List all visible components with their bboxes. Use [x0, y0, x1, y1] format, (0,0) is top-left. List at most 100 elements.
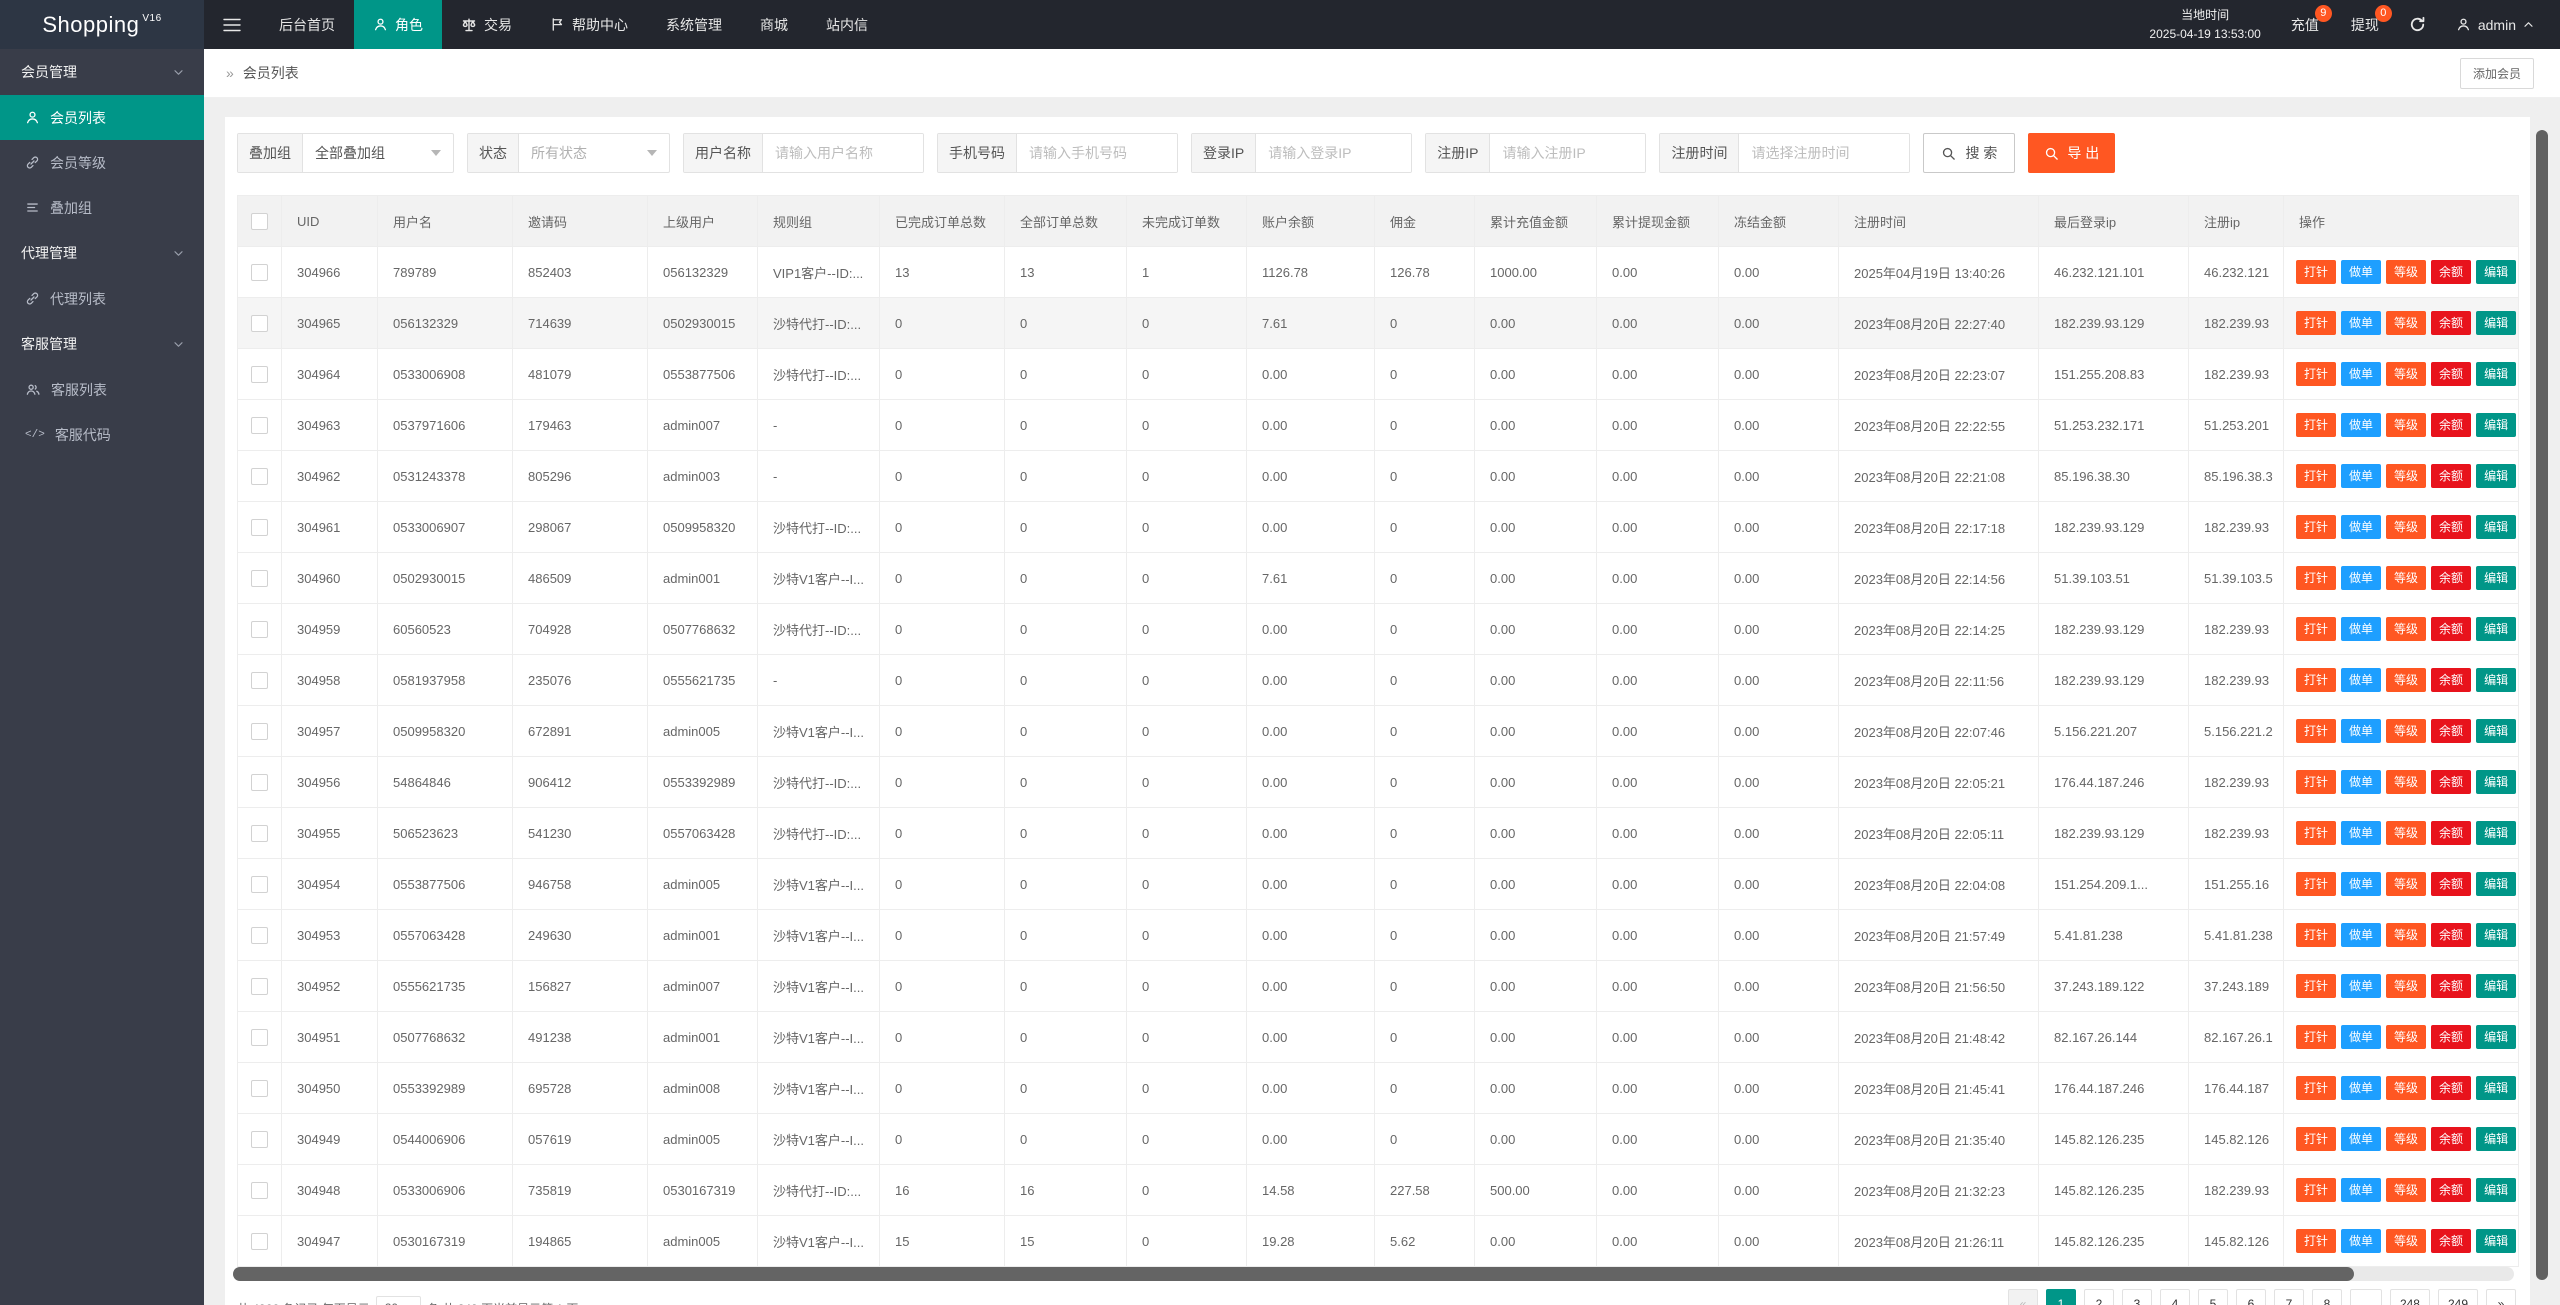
- balance-button[interactable]: 余额: [2431, 770, 2472, 794]
- edit-button[interactable]: 编辑: [2476, 1025, 2517, 1049]
- search-button[interactable]: 搜 索: [1923, 133, 2016, 173]
- level-button[interactable]: 等级: [2386, 617, 2427, 641]
- phone-input[interactable]: [1017, 134, 1177, 172]
- login-ip-input[interactable]: [1256, 134, 1412, 172]
- row-checkbox[interactable]: [251, 1130, 268, 1148]
- edit-button[interactable]: 编辑: [2476, 260, 2517, 284]
- balance-button[interactable]: 余额: [2431, 260, 2472, 284]
- export-button[interactable]: 导 出: [2028, 133, 2116, 173]
- level-button[interactable]: 等级: [2386, 821, 2427, 845]
- balance-button[interactable]: 余额: [2431, 311, 2472, 335]
- page-button-3[interactable]: 3: [2121, 1289, 2152, 1305]
- inject-button[interactable]: 打针: [2296, 974, 2337, 998]
- level-button[interactable]: 等级: [2386, 1076, 2427, 1100]
- edit-button[interactable]: 编辑: [2476, 413, 2517, 437]
- order-button[interactable]: 做单: [2341, 464, 2382, 488]
- level-button[interactable]: 等级: [2386, 566, 2427, 590]
- horizontal-scrollbar[interactable]: [233, 1267, 2514, 1281]
- balance-button[interactable]: 余额: [2431, 1127, 2472, 1151]
- balance-button[interactable]: 余额: [2431, 464, 2472, 488]
- order-button[interactable]: 做单: [2341, 872, 2382, 896]
- add-member-button[interactable]: 添加会员: [2459, 57, 2534, 89]
- level-button[interactable]: 等级: [2386, 515, 2427, 539]
- inject-button[interactable]: 打针: [2296, 872, 2337, 896]
- prev-page-button[interactable]: «: [2007, 1289, 2038, 1305]
- level-button[interactable]: 等级: [2386, 974, 2427, 998]
- page-button-7[interactable]: 7: [2273, 1289, 2304, 1305]
- balance-button[interactable]: 余额: [2431, 413, 2472, 437]
- top-nav-item[interactable]: 商城: [741, 0, 807, 49]
- row-checkbox[interactable]: [251, 875, 268, 893]
- row-checkbox[interactable]: [251, 977, 268, 995]
- username-input[interactable]: [763, 134, 923, 172]
- recharge-link[interactable]: 充值 9: [2291, 4, 2332, 35]
- inject-button[interactable]: 打针: [2296, 362, 2337, 386]
- edit-button[interactable]: 编辑: [2476, 1229, 2517, 1253]
- balance-button[interactable]: 余额: [2431, 974, 2472, 998]
- top-nav-item[interactable]: 帮助中心: [531, 0, 647, 49]
- page-size-select[interactable]: 20: [375, 1296, 422, 1305]
- stack-group-select[interactable]: 全部叠加组: [303, 134, 453, 172]
- sidebar-group-会员管理[interactable]: 会员管理: [0, 49, 204, 95]
- level-button[interactable]: 等级: [2386, 923, 2427, 947]
- order-button[interactable]: 做单: [2341, 1025, 2382, 1049]
- row-checkbox[interactable]: [251, 518, 268, 536]
- edit-button[interactable]: 编辑: [2476, 770, 2517, 794]
- withdraw-link[interactable]: 提现 0: [2351, 4, 2392, 35]
- level-button[interactable]: 等级: [2386, 668, 2427, 692]
- balance-button[interactable]: 余额: [2431, 1076, 2472, 1100]
- page-button-248[interactable]: 248: [2389, 1289, 2430, 1305]
- page-button-6[interactable]: 6: [2235, 1289, 2266, 1305]
- row-checkbox[interactable]: [251, 314, 268, 332]
- balance-button[interactable]: 余额: [2431, 923, 2472, 947]
- row-checkbox[interactable]: [251, 824, 268, 842]
- row-checkbox[interactable]: [251, 1028, 268, 1046]
- sidebar-item-会员列表[interactable]: 会员列表: [0, 95, 204, 140]
- page-button-249[interactable]: 249: [2437, 1289, 2478, 1305]
- top-nav-item[interactable]: 站内信: [807, 0, 887, 49]
- order-button[interactable]: 做单: [2341, 1127, 2382, 1151]
- inject-button[interactable]: 打针: [2296, 719, 2337, 743]
- row-checkbox[interactable]: [251, 722, 268, 740]
- balance-button[interactable]: 余额: [2431, 668, 2472, 692]
- inject-button[interactable]: 打针: [2296, 566, 2337, 590]
- row-checkbox[interactable]: [251, 416, 268, 434]
- sidebar-group-代理管理[interactable]: 代理管理: [0, 230, 204, 276]
- order-button[interactable]: 做单: [2341, 566, 2382, 590]
- register-ip-input[interactable]: [1490, 134, 1646, 172]
- order-button[interactable]: 做单: [2341, 617, 2382, 641]
- balance-button[interactable]: 余额: [2431, 566, 2472, 590]
- order-button[interactable]: 做单: [2341, 770, 2382, 794]
- edit-button[interactable]: 编辑: [2476, 464, 2517, 488]
- level-button[interactable]: 等级: [2386, 260, 2427, 284]
- inject-button[interactable]: 打针: [2296, 464, 2337, 488]
- inject-button[interactable]: 打针: [2296, 1127, 2337, 1151]
- order-button[interactable]: 做单: [2341, 1229, 2382, 1253]
- balance-button[interactable]: 余额: [2431, 362, 2472, 386]
- inject-button[interactable]: 打针: [2296, 260, 2337, 284]
- edit-button[interactable]: 编辑: [2476, 872, 2517, 896]
- balance-button[interactable]: 余额: [2431, 617, 2472, 641]
- sidebar-toggle-button[interactable]: [204, 0, 260, 49]
- inject-button[interactable]: 打针: [2296, 311, 2337, 335]
- edit-button[interactable]: 编辑: [2476, 821, 2517, 845]
- page-button-4[interactable]: 4: [2159, 1289, 2190, 1305]
- row-checkbox[interactable]: [251, 1181, 268, 1199]
- edit-button[interactable]: 编辑: [2476, 515, 2517, 539]
- edit-button[interactable]: 编辑: [2476, 668, 2517, 692]
- vertical-scrollbar[interactable]: [2536, 130, 2548, 1280]
- row-checkbox[interactable]: [251, 569, 268, 587]
- level-button[interactable]: 等级: [2386, 362, 2427, 386]
- sidebar-item-客服列表[interactable]: 客服列表: [0, 367, 204, 412]
- order-button[interactable]: 做单: [2341, 923, 2382, 947]
- edit-button[interactable]: 编辑: [2476, 974, 2517, 998]
- order-button[interactable]: 做单: [2341, 260, 2382, 284]
- order-button[interactable]: 做单: [2341, 1178, 2382, 1202]
- level-button[interactable]: 等级: [2386, 1229, 2427, 1253]
- top-nav-item[interactable]: 交易: [442, 0, 531, 49]
- row-checkbox[interactable]: [251, 467, 268, 485]
- top-nav-item[interactable]: 角色: [354, 0, 442, 49]
- level-button[interactable]: 等级: [2386, 1025, 2427, 1049]
- status-select[interactable]: 所有状态: [519, 134, 669, 172]
- edit-button[interactable]: 编辑: [2476, 566, 2517, 590]
